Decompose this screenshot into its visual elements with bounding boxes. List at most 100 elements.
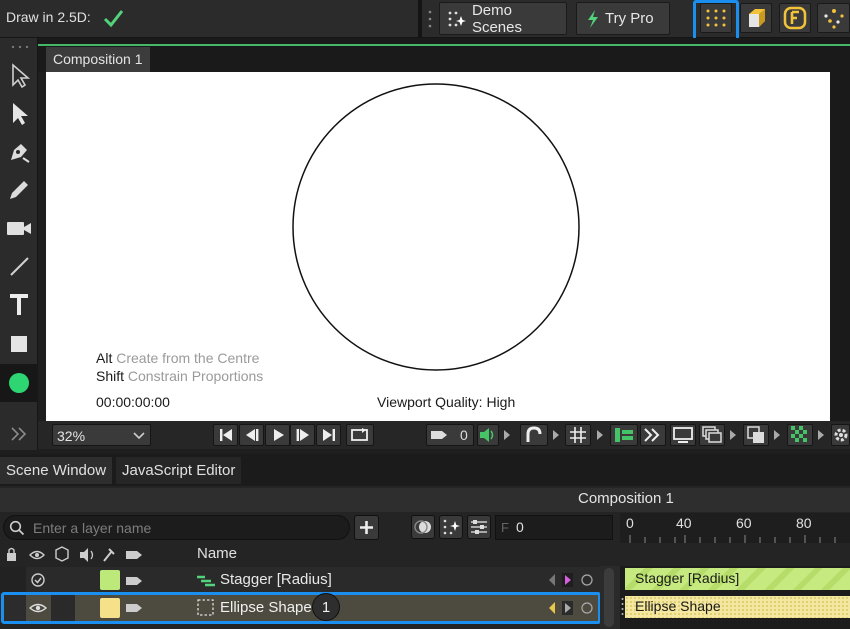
- track-bar-stagger[interactable]: Stagger [Radius]: [625, 568, 850, 590]
- track-label: Stagger [Radius]: [635, 570, 740, 586]
- skip-start-icon: [219, 429, 232, 441]
- motion-blur-button[interactable]: [411, 515, 435, 539]
- transparency-button[interactable]: [787, 424, 813, 446]
- dot-grid-button[interactable]: [700, 3, 732, 33]
- layer-color-swatch[interactable]: [100, 570, 120, 590]
- ruler-tick-60: 60: [736, 515, 752, 531]
- draw-25d-checkbox[interactable]: [102, 7, 124, 29]
- motion-path-button[interactable]: [520, 424, 548, 446]
- text-tool[interactable]: [0, 286, 38, 324]
- cube-button[interactable]: [740, 3, 772, 33]
- pencil-tool[interactable]: [0, 171, 38, 209]
- playhead-marker[interactable]: [620, 594, 625, 622]
- fast-forward-button[interactable]: [640, 424, 666, 446]
- try-pro-button[interactable]: Try Pro: [576, 2, 670, 35]
- particles-button[interactable]: [817, 3, 850, 33]
- motion-blur-icon: [414, 520, 431, 534]
- search-placeholder: Enter a layer name: [33, 520, 152, 536]
- font-button[interactable]: [779, 3, 811, 33]
- curve-icon: [526, 426, 542, 442]
- sparkle-grid-icon: [443, 519, 460, 535]
- demo-scenes-button[interactable]: Demo Scenes: [439, 2, 567, 36]
- track-label: Ellipse Shape: [635, 598, 721, 614]
- ruler-tick-40: 40: [676, 515, 692, 531]
- layer-settings-button[interactable]: [467, 515, 491, 539]
- grid-icon: [570, 427, 586, 443]
- monitor-icon: [673, 427, 693, 443]
- audio-menu-arrow[interactable]: [503, 429, 511, 441]
- node-select-tool[interactable]: [0, 95, 38, 133]
- tab-scene-window[interactable]: Scene Window: [0, 457, 113, 484]
- monitor-button[interactable]: [670, 424, 696, 446]
- ellipse-tool[interactable]: [0, 364, 38, 402]
- frame-field[interactable]: 0: [426, 424, 474, 446]
- pen-icon: [11, 144, 30, 163]
- pen-tool[interactable]: [0, 133, 38, 171]
- tab-javascript-editor[interactable]: JavaScript Editor: [116, 457, 242, 484]
- select-tool[interactable]: [0, 57, 38, 95]
- go-to-start-button[interactable]: [213, 424, 238, 446]
- line-tool[interactable]: [0, 247, 38, 285]
- node-select-icon: [13, 103, 28, 125]
- tab-composition-1[interactable]: Composition 1: [46, 47, 150, 72]
- add-layer-button[interactable]: [354, 515, 379, 540]
- mask-icon: [747, 426, 764, 443]
- grip-icon: [428, 9, 432, 29]
- transparency-menu-arrow[interactable]: [817, 429, 825, 441]
- mask-button[interactable]: [743, 424, 769, 446]
- viewport-gutter: [830, 72, 850, 421]
- header-icons: [7, 546, 142, 562]
- layer-search-input[interactable]: Enter a layer name: [3, 515, 350, 540]
- audio-button[interactable]: [477, 424, 499, 446]
- hint-shift-key: Shift: [96, 368, 125, 384]
- checker-icon: [791, 426, 807, 442]
- timeline-ruler[interactable]: 0 40 60 80: [620, 513, 850, 543]
- rectangle-tool[interactable]: [0, 325, 38, 363]
- grid-button[interactable]: [565, 424, 591, 446]
- expand-tools-icon[interactable]: [9, 425, 29, 443]
- frame-label: F: [501, 520, 509, 535]
- frame-input-value: 0: [516, 519, 524, 535]
- motion-menu-arrow[interactable]: [552, 429, 560, 441]
- pencil-icon: [10, 181, 28, 199]
- layer-row-stagger[interactable]: Stagger [Radius]: [0, 567, 614, 594]
- sparkle-grid-icon: [448, 11, 466, 26]
- grip-icon: [10, 44, 30, 50]
- guides-icon: [615, 428, 633, 442]
- loop-icon: [351, 428, 368, 441]
- viewport-quality: Viewport Quality: High: [377, 394, 516, 410]
- frame-input[interactable]: F 0: [495, 515, 613, 540]
- play-button[interactable]: [265, 424, 290, 446]
- viewport-header: [38, 38, 850, 72]
- step-back-icon: [245, 429, 258, 441]
- guides-button[interactable]: [610, 424, 638, 446]
- ellipse-icon: [9, 373, 29, 393]
- grid-menu-arrow[interactable]: [596, 429, 604, 441]
- effects-button[interactable]: [439, 515, 463, 539]
- font-f-icon: [783, 6, 807, 30]
- skip-end-icon: [322, 429, 335, 441]
- loop-button[interactable]: [346, 424, 374, 446]
- layers-view-button[interactable]: [699, 424, 725, 446]
- step-back-button[interactable]: [239, 424, 264, 446]
- check-icon: [103, 10, 124, 28]
- camera-tool[interactable]: [0, 209, 38, 247]
- step-forward-button[interactable]: [290, 424, 315, 446]
- play-icon: [273, 429, 284, 441]
- scrollbar-thumb[interactable]: [604, 568, 614, 627]
- rectangle-icon: [11, 336, 27, 352]
- zoom-select[interactable]: 32%: [52, 424, 151, 446]
- layers-view-menu-arrow[interactable]: [729, 429, 737, 441]
- track-bar-ellipse-shape[interactable]: Ellipse Shape: [625, 596, 850, 618]
- go-to-end-button[interactable]: [316, 424, 341, 446]
- settings-button[interactable]: [831, 424, 850, 446]
- panel-splitter[interactable]: [600, 566, 620, 629]
- draw-25d-label: Draw in 2.5D:: [6, 9, 91, 25]
- timecode: 00:00:00:00: [96, 394, 170, 410]
- mask-menu-arrow[interactable]: [773, 429, 781, 441]
- plus-icon: [360, 521, 373, 534]
- hint-shift: Shift Constrain Proportions: [96, 368, 263, 384]
- hint-shift-text: Constrain Proportions: [127, 368, 264, 384]
- check-circle-icon[interactable]: [30, 572, 46, 588]
- tag-icon: [431, 431, 447, 439]
